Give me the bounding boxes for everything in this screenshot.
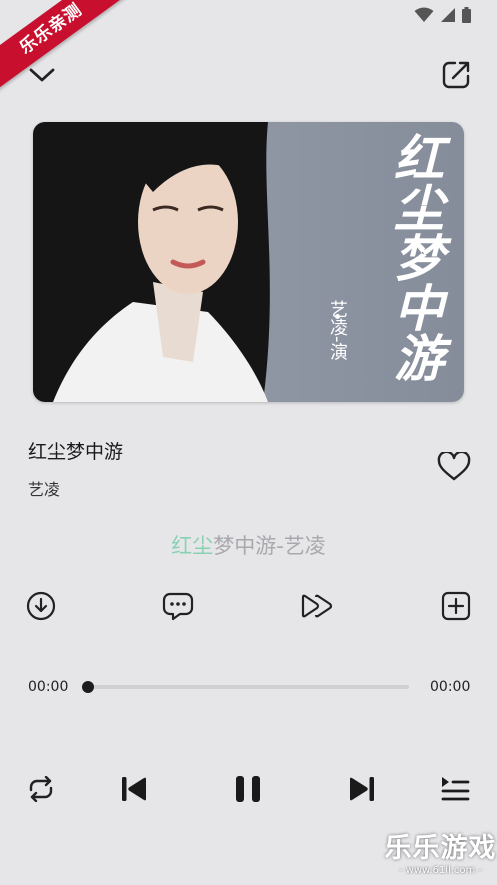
pause-icon: [236, 776, 260, 802]
download-button[interactable]: [23, 588, 59, 624]
queue-icon: [441, 777, 470, 801]
previous-button[interactable]: [113, 768, 155, 810]
album-cover: 红尘梦中游 艺凌-演: [33, 122, 464, 402]
download-icon: [26, 591, 56, 621]
share-button[interactable]: [436, 55, 476, 95]
skip-next-icon: [350, 777, 374, 801]
favorite-button[interactable]: [434, 447, 474, 487]
add-to-playlist-button[interactable]: [438, 588, 474, 624]
watermark: 乐乐游戏 - www.61ll.com -: [384, 833, 497, 877]
collapse-button[interactable]: [22, 55, 62, 95]
song-title: 红尘梦中游: [28, 441, 124, 463]
lyric-line[interactable]: 红尘梦中游-艺凌: [0, 530, 497, 560]
repeat-icon: [29, 776, 53, 802]
play-pause-button[interactable]: [227, 768, 269, 810]
comment-icon: [162, 592, 194, 621]
chevron-down-icon: [29, 68, 55, 82]
skip-previous-icon: [122, 777, 146, 801]
song-artist[interactable]: 艺凌: [28, 476, 60, 500]
watermark-sub: - www.61ll.com -: [398, 865, 483, 876]
cover-title-art: 红尘梦中游: [386, 132, 445, 382]
status-right-icons: [414, 7, 471, 23]
elapsed-time: 00:00: [28, 679, 69, 695]
speed-button[interactable]: [299, 588, 335, 624]
progress-track[interactable]: [88, 685, 409, 689]
cellular-icon: [441, 8, 455, 22]
fast-forward-icon: [301, 594, 333, 618]
total-time: 00:00: [430, 679, 471, 695]
heart-outline-icon: [437, 452, 471, 481]
add-icon: [441, 591, 471, 621]
battery-icon: [462, 7, 471, 23]
lyric-highlighted: 红尘: [171, 534, 214, 558]
progress-thumb[interactable]: [82, 681, 94, 693]
repeat-button[interactable]: [20, 768, 62, 810]
share-icon: [442, 61, 470, 89]
comments-button[interactable]: [160, 588, 196, 624]
wifi-icon: [414, 7, 434, 22]
cover-artist-art: 艺凌-演: [327, 300, 348, 361]
watermark-main: 乐乐游戏: [384, 833, 497, 864]
next-button[interactable]: [341, 768, 383, 810]
queue-button[interactable]: [434, 768, 476, 810]
lyric-rest: 梦中游-艺凌: [213, 534, 326, 558]
